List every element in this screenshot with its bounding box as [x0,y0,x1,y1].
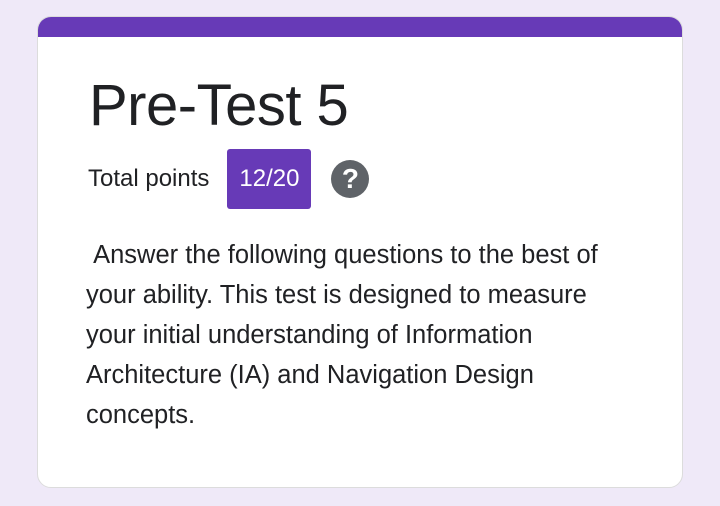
total-points-label: Total points [88,164,210,192]
form-description: Answer the following questions to the be… [86,241,605,429]
card-accent-bar [38,17,682,37]
form-title: Pre-Test 5 [89,73,349,138]
help-circle-icon[interactable]: ? [331,159,370,198]
total-points-row: Total points 12/20 ? [88,148,370,209]
form-header-card: Pre-Test 5 Total points 12/20 ? Answer t… [37,16,683,488]
score-badge: 12/20 [227,148,312,209]
